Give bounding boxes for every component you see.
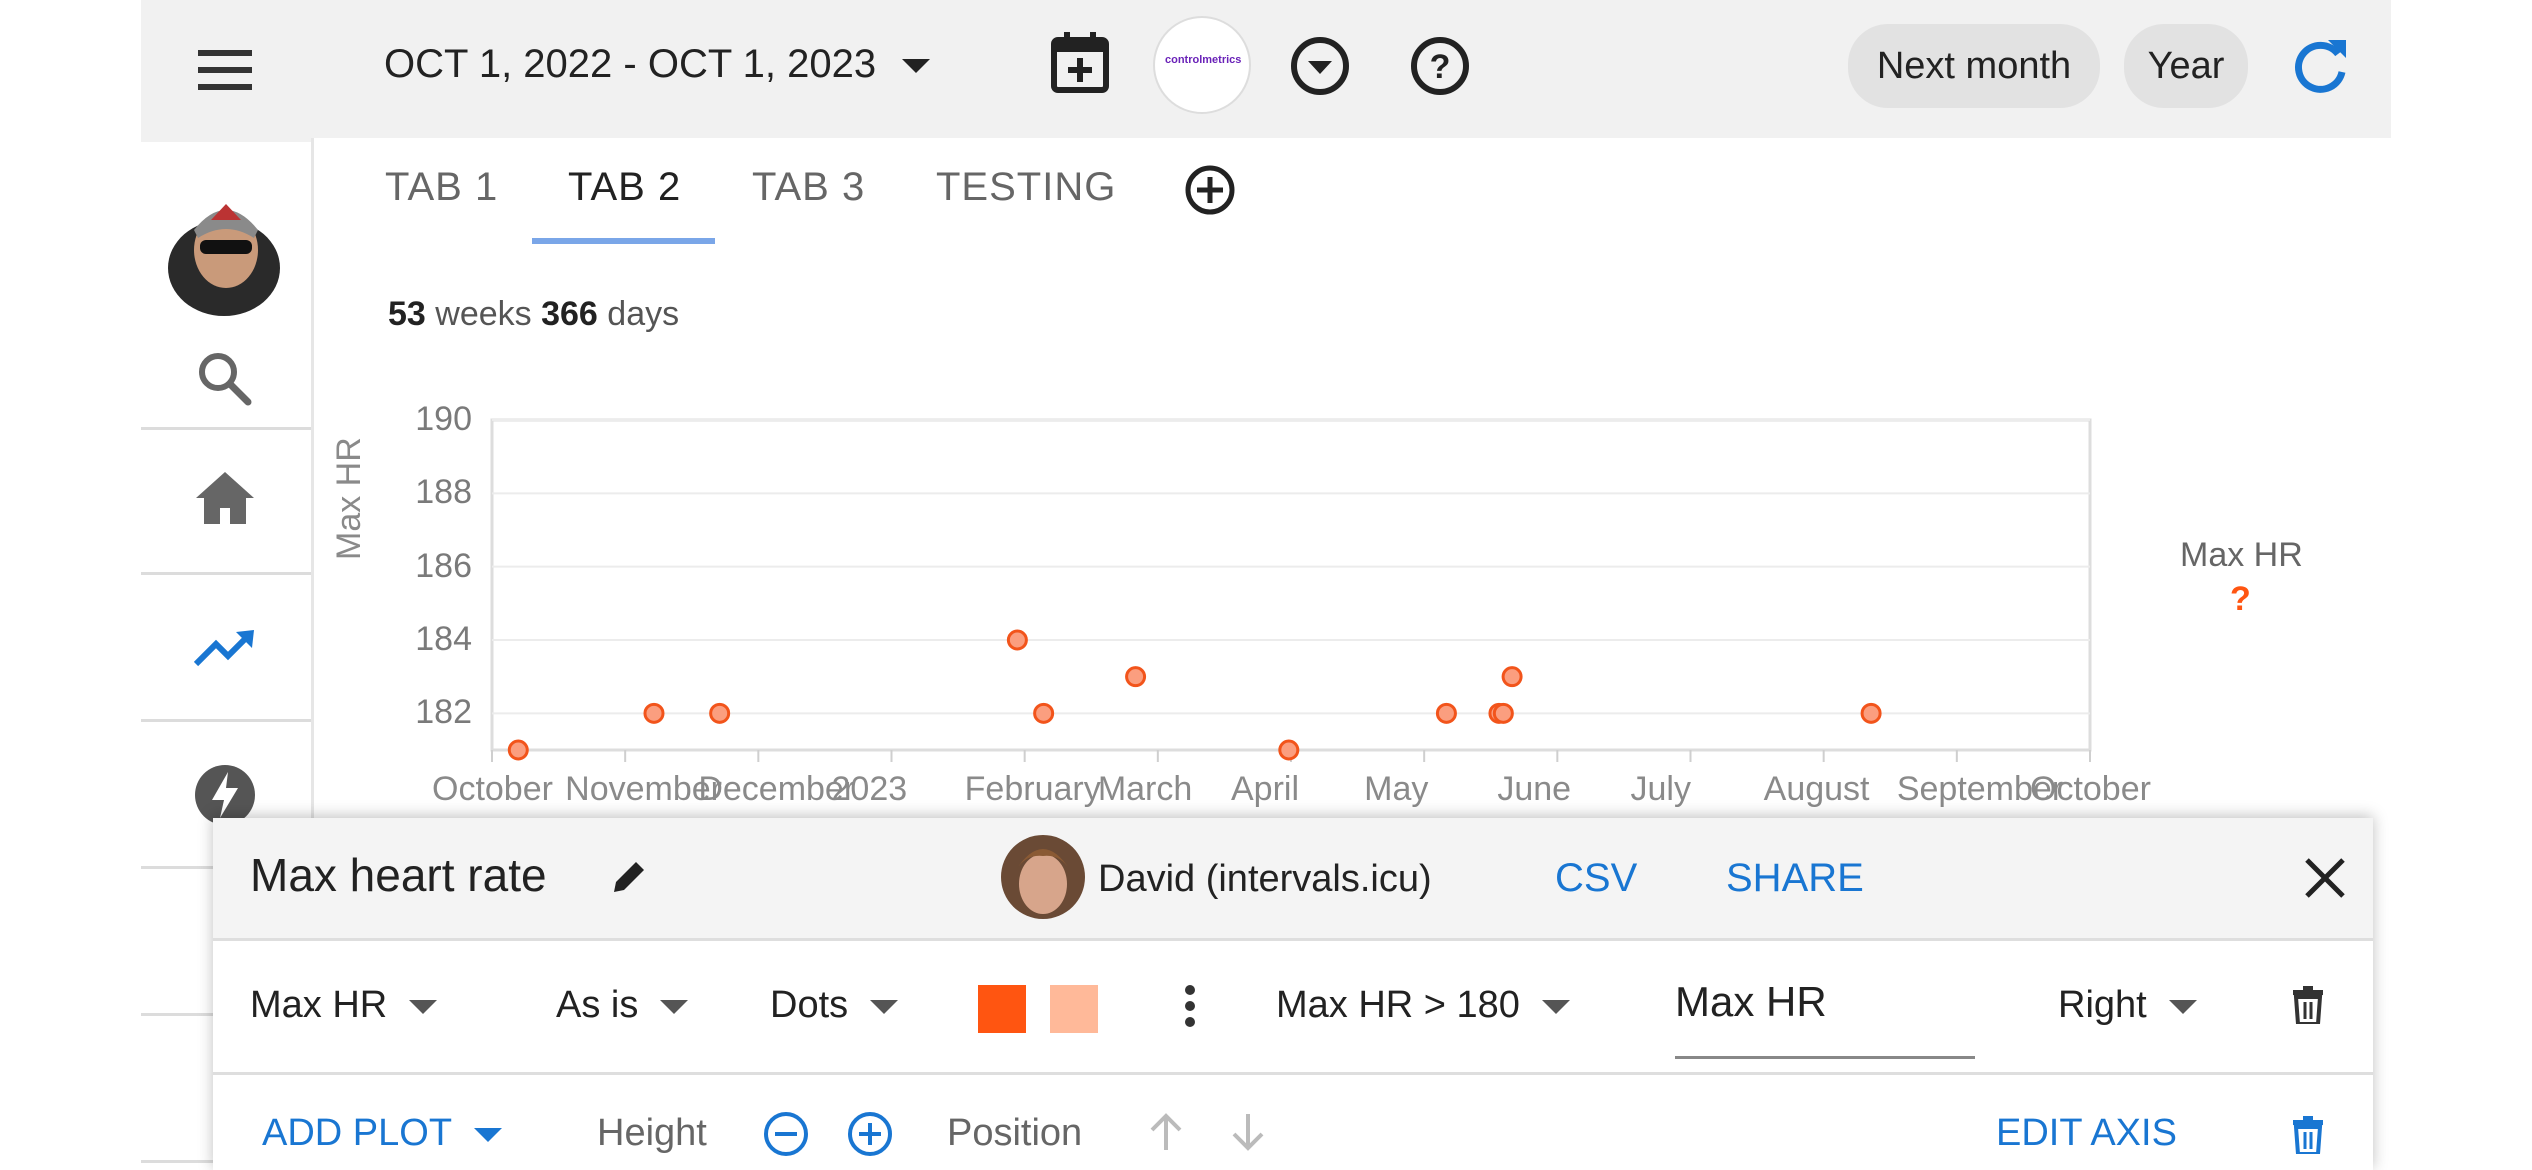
label-input[interactable]: Max HR xyxy=(1675,970,1975,1059)
position-label: Position xyxy=(947,1112,1083,1154)
add-plot-button[interactable]: ADD PLOT xyxy=(262,1112,503,1155)
data-point xyxy=(1860,702,1882,724)
chevron-down-icon xyxy=(870,999,899,1014)
data-point xyxy=(1278,739,1300,761)
chevron-down-icon xyxy=(409,999,438,1014)
delete-icon[interactable] xyxy=(2293,986,2323,1024)
axis-side-value: Right xyxy=(2058,984,2147,1026)
delete-plot-icon[interactable] xyxy=(2293,1116,2323,1154)
data-point xyxy=(1492,702,1514,724)
arrow-up-icon[interactable] xyxy=(1148,1112,1184,1152)
csv-button[interactable]: CSV xyxy=(1555,856,1637,901)
style-value: Dots xyxy=(770,984,849,1026)
filter-value: Max HR > 180 xyxy=(1276,984,1520,1026)
user-avatar xyxy=(1000,834,1086,920)
chevron-down-icon xyxy=(1541,999,1570,1014)
chevron-down-icon xyxy=(2168,999,2197,1014)
chevron-down-icon xyxy=(660,999,689,1014)
arrow-down-icon[interactable] xyxy=(1230,1112,1266,1152)
style-select[interactable]: Dots xyxy=(770,984,899,1027)
data-point xyxy=(709,702,731,724)
edit-icon[interactable] xyxy=(610,858,648,896)
metric-select[interactable]: Max HR xyxy=(250,984,438,1027)
chart-plot-area xyxy=(490,418,2092,762)
height-label: Height xyxy=(597,1112,707,1154)
data-point xyxy=(1501,666,1523,688)
transform-value: As is xyxy=(556,984,639,1026)
legend-series-name: Max HR xyxy=(2180,536,2303,574)
label-input-value: Max HR xyxy=(1675,978,1827,1025)
close-icon[interactable] xyxy=(2303,856,2347,900)
data-point xyxy=(1033,702,1055,724)
metric-value: Max HR xyxy=(250,984,388,1026)
user-name: David (intervals.icu) xyxy=(1098,858,1432,900)
increase-height-icon[interactable] xyxy=(846,1110,894,1158)
data-point xyxy=(1125,666,1147,688)
filter-select[interactable]: Max HR > 180 xyxy=(1276,984,1570,1027)
legend-marker[interactable]: ? xyxy=(2230,580,2251,619)
chevron-down-icon xyxy=(474,1127,503,1142)
panel-row-divider xyxy=(213,1072,2373,1075)
more-vert-icon[interactable] xyxy=(1184,984,1196,1028)
secondary-color-swatch[interactable] xyxy=(1050,985,1098,1033)
axis-side-select[interactable]: Right xyxy=(2058,984,2197,1027)
panel-title: Max heart rate xyxy=(250,849,547,901)
data-point xyxy=(1435,702,1457,724)
decrease-height-icon[interactable] xyxy=(762,1110,810,1158)
plot-frame xyxy=(490,418,2092,752)
primary-color-swatch[interactable] xyxy=(978,985,1026,1033)
edit-axis-button[interactable]: EDIT AXIS xyxy=(1996,1112,2177,1155)
add-plot-label: ADD PLOT xyxy=(262,1112,453,1154)
data-point xyxy=(643,702,665,724)
share-button[interactable]: SHARE xyxy=(1726,856,1864,901)
transform-select[interactable]: As is xyxy=(556,984,689,1027)
data-point xyxy=(1006,629,1028,651)
data-point xyxy=(507,739,529,761)
